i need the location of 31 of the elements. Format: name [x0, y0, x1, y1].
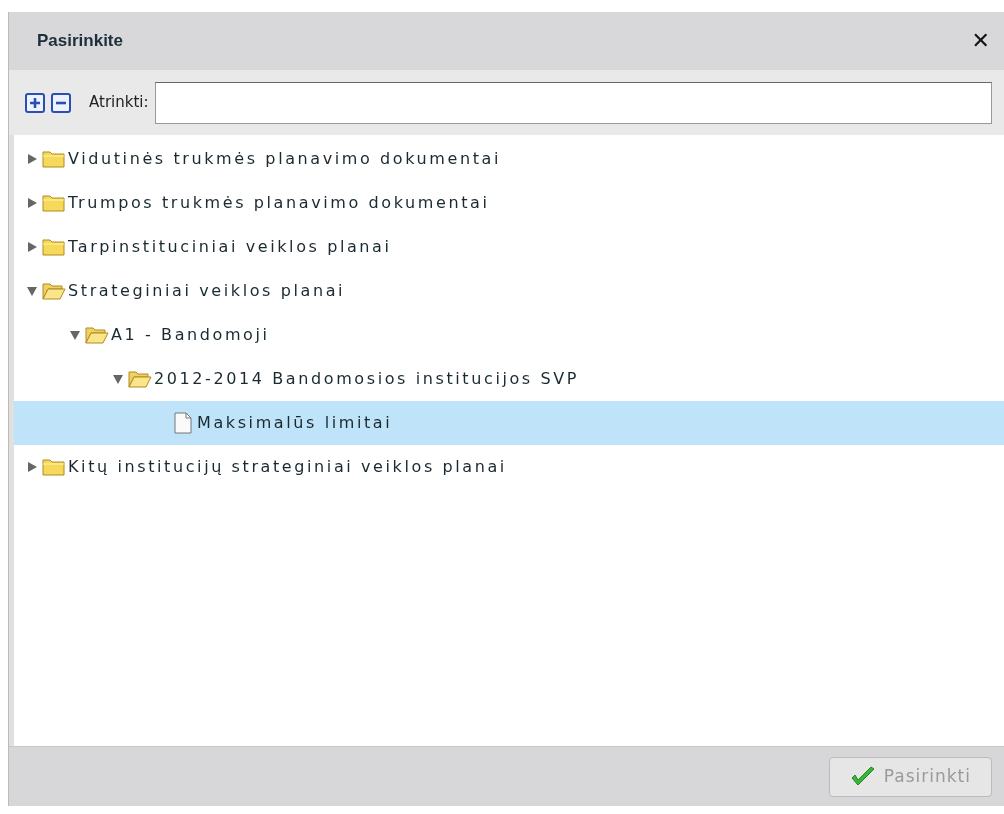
filter-field[interactable]	[154, 81, 992, 124]
tree-item[interactable]: Trumpos trukmės planavimo dokumentai	[14, 181, 1004, 225]
collapse-arrow-icon[interactable]	[69, 329, 81, 341]
tree-item[interactable]: Tarpinstituciniai veiklos planai	[14, 225, 1004, 269]
checkmark-icon	[849, 765, 876, 788]
tree-item[interactable]: 2012-2014 Bandomosios institucijos SVP	[14, 357, 1004, 401]
folder-icon	[42, 456, 66, 478]
folder-icon	[85, 324, 109, 346]
tree-item[interactable]: Vidutinės trukmės planavimo dokumentai	[14, 137, 1004, 181]
tree-item[interactable]: A1 - Bandomoji	[14, 313, 1004, 357]
expand-all-button[interactable]	[25, 92, 45, 113]
plus-icon	[29, 96, 41, 109]
expand-arrow-icon[interactable]	[26, 461, 38, 473]
tree-item[interactable]: Strateginiai veiklos planai	[14, 269, 1004, 313]
collapse-arrow-icon[interactable]	[112, 373, 124, 385]
filter-label: Atrinkti:	[89, 92, 149, 114]
folder-icon	[42, 192, 66, 214]
dialog-title: Pasirinkite	[37, 30, 123, 53]
tree-item[interactable]: Kitų institucijų strateginiai veiklos planai	[14, 445, 1004, 489]
close-button[interactable]: ✕	[971, 30, 990, 52]
folder-icon	[42, 280, 66, 302]
expand-arrow-icon[interactable]	[26, 197, 38, 209]
folder-icon	[42, 148, 66, 170]
expand-arrow-icon[interactable]	[26, 153, 38, 165]
folder-icon	[128, 368, 152, 390]
collapse-all-button[interactable]	[51, 92, 71, 113]
tree-item[interactable]: Maksimalūs limitai	[14, 401, 1004, 445]
document-icon	[171, 412, 195, 434]
collapse-arrow-icon[interactable]	[26, 285, 38, 297]
expand-arrow-icon[interactable]	[26, 241, 38, 253]
folder-icon	[42, 236, 66, 258]
